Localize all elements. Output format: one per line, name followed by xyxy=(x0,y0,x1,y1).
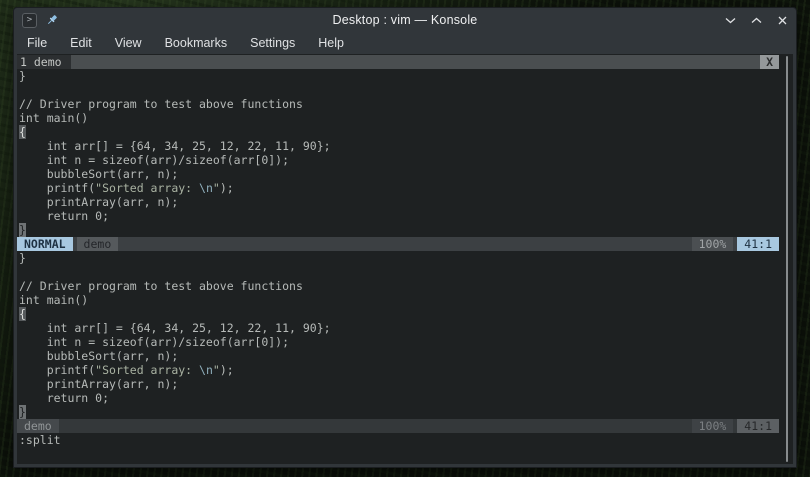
code-line[interactable]: int arr[] = {64, 34, 25, 12, 22, 11, 90}… xyxy=(17,139,779,153)
code-line[interactable]: } xyxy=(17,69,779,83)
terminal-scrollbar[interactable] xyxy=(786,56,788,462)
code-line[interactable]: int arr[] = {64, 34, 25, 12, 22, 11, 90}… xyxy=(17,321,779,335)
code-line[interactable]: int main() xyxy=(17,293,779,307)
code-line[interactable]: { xyxy=(17,307,779,321)
vim-tabline: 1 demo X xyxy=(17,55,779,69)
konsole-window: > Desktop : vim — Konsole File Edit View… xyxy=(13,7,797,468)
code-line[interactable]: int main() xyxy=(17,111,779,125)
vim-cursor-position: 41:1 xyxy=(737,237,779,251)
vim-cursor-position: 41:1 xyxy=(737,419,779,433)
menu-item-settings[interactable]: Settings xyxy=(249,34,296,52)
vim-pane-bottom[interactable]: } // Driver program to test above functi… xyxy=(17,251,779,419)
vim-scroll-percent: 100% xyxy=(691,419,734,433)
vim-filename: demo xyxy=(76,237,119,251)
code-line[interactable]: return 0; xyxy=(17,209,779,223)
vim-tab-close-button[interactable]: X xyxy=(760,55,779,69)
code-line[interactable]: printArray(arr, n); xyxy=(17,195,779,209)
menu-item-view[interactable]: View xyxy=(114,34,143,52)
code-line[interactable]: // Driver program to test above function… xyxy=(17,97,779,111)
code-line[interactable]: bubbleSort(arr, n); xyxy=(17,167,779,181)
menu-item-bookmarks[interactable]: Bookmarks xyxy=(164,34,229,52)
vim-pane-top[interactable]: } // Driver program to test above functi… xyxy=(17,69,779,237)
code-line[interactable]: return 0; xyxy=(17,391,779,405)
code-line[interactable]: printArray(arr, n); xyxy=(17,377,779,391)
pin-icon[interactable] xyxy=(45,13,59,27)
vim-command-line[interactable]: :split xyxy=(17,433,779,447)
code-line[interactable]: } xyxy=(17,223,779,237)
code-line[interactable]: // Driver program to test above function… xyxy=(17,279,779,293)
code-line[interactable]: bubbleSort(arr, n); xyxy=(17,349,779,363)
code-line[interactable]: } xyxy=(17,251,779,265)
code-line[interactable]: printf("Sorted array: \n"); xyxy=(17,181,779,195)
menu-item-file[interactable]: File xyxy=(26,34,48,52)
terminal-area[interactable]: 1 demo X } // Driver program to test abo… xyxy=(17,54,793,464)
code-line[interactable]: int n = sizeof(arr)/sizeof(arr[0]); xyxy=(17,153,779,167)
code-line[interactable]: } xyxy=(17,405,779,419)
vim-scroll-percent: 100% xyxy=(691,237,734,251)
vim-tabline-fill xyxy=(70,55,761,69)
vim-statusline-active: NORMAL demo 100% 41:1 xyxy=(17,237,779,251)
konsole-app-icon: > xyxy=(22,12,37,28)
code-line[interactable] xyxy=(17,83,779,97)
window-title: Desktop : vim — Konsole xyxy=(332,13,478,27)
close-button[interactable] xyxy=(776,14,788,26)
code-line[interactable]: printf("Sorted array: \n"); xyxy=(17,363,779,377)
vim-statusline-inactive: demo 100% 41:1 xyxy=(17,419,779,433)
maximize-button[interactable] xyxy=(750,14,762,26)
code-line[interactable]: int n = sizeof(arr)/sizeof(arr[0]); xyxy=(17,335,779,349)
menu-item-help[interactable]: Help xyxy=(317,34,345,52)
menu-item-edit[interactable]: Edit xyxy=(69,34,93,52)
vim-mode-indicator: NORMAL xyxy=(17,237,73,251)
code-line[interactable]: { xyxy=(17,125,779,139)
scrollbar-gutter xyxy=(779,54,793,464)
titlebar[interactable]: > Desktop : vim — Konsole xyxy=(14,8,796,32)
vim-filename: demo xyxy=(17,419,59,433)
code-line[interactable] xyxy=(17,265,779,279)
vim-tab-current[interactable]: 1 demo xyxy=(17,55,71,69)
minimize-button[interactable] xyxy=(724,14,736,26)
menubar: File Edit View Bookmarks Settings Help xyxy=(14,32,796,54)
